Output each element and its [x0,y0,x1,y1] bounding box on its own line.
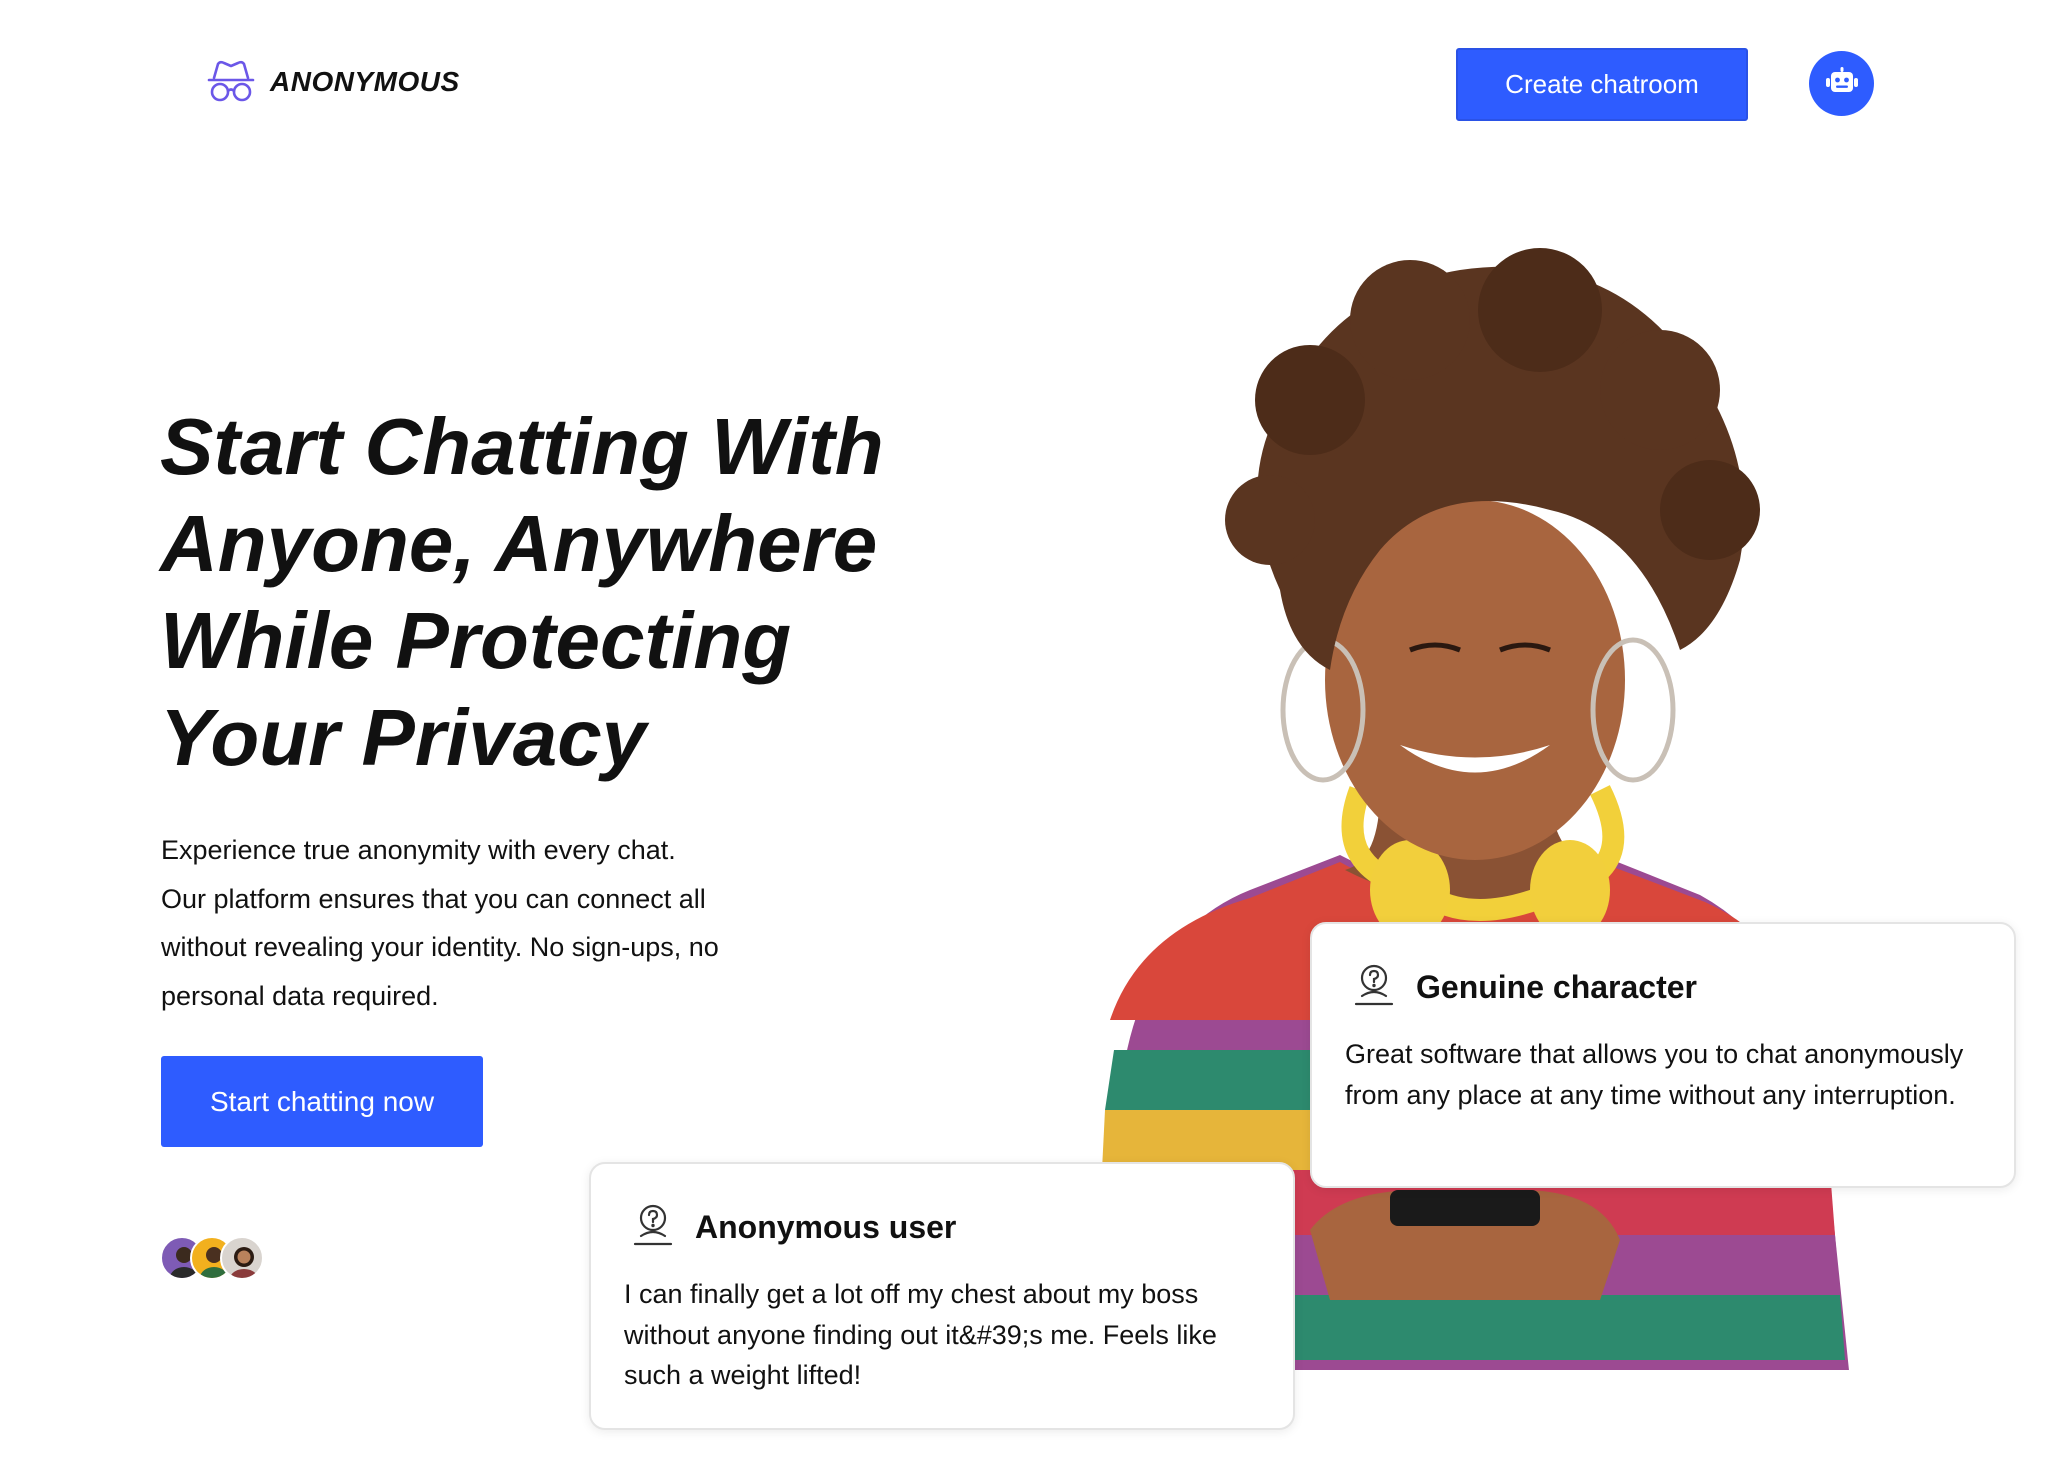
chatbot-button[interactable] [1809,51,1874,116]
card-header: Genuine character [1352,962,1697,1013]
testimonial-card: Genuine character Great software that al… [1310,922,2016,1188]
hero-description: Experience true anonymity with every cha… [161,835,719,1011]
card-title: Anonymous user [695,1209,957,1245]
card-header: Anonymous user [631,1202,956,1253]
robot-icon [1825,66,1859,101]
create-chatroom-button[interactable]: Create chatroom [1456,48,1748,121]
card-text: I can finally get a lot off my chest abo… [624,1279,1217,1390]
logo-text: ANONYMOUS [270,66,460,97]
card-text: Great software that allows you to chat a… [1345,1039,1964,1110]
start-chatting-button[interactable]: Start chatting now [161,1056,483,1147]
avatar [220,1236,264,1280]
anonymous-user-icon [631,1202,675,1253]
logo[interactable]: ANONYMOUS [206,60,460,104]
testimonial-card: Anonymous user I can finally get a lot o… [589,1162,1295,1430]
user-avatars [160,1236,270,1286]
hero-title: Start Chatting With Anyone, Anywhere Whi… [160,402,884,782]
card-title: Genuine character [1416,969,1697,1005]
anonymous-user-icon [1352,962,1396,1013]
incognito-icon [206,60,256,104]
